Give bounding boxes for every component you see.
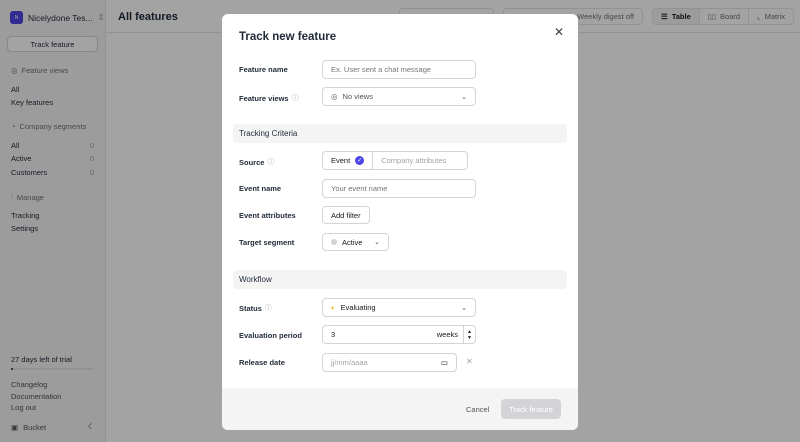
select-value: Evaluating [340,303,376,312]
status-label: Status ⓘ [239,303,272,313]
info-icon: ⓘ [267,159,275,166]
chevron-down-icon: ⌄ [461,304,467,312]
source-label: Source ⓘ [239,157,274,167]
evaluation-period-label: Evaluation period [239,331,302,340]
label-text: Source [239,157,265,167]
date-placeholder: jj/mm/aaaa [331,358,368,367]
clear-date-icon[interactable]: ✕ [466,357,473,366]
track-feature-submit-button[interactable]: Track feature [501,399,561,419]
info-icon: ⓘ [291,95,299,102]
select-value: No views [342,92,373,101]
feature-views-label: Feature views ⓘ [239,93,299,103]
feature-views-select[interactable]: ◎ No views ⌄ [322,87,476,106]
evaluation-period-input[interactable]: 3 weeks ▲ ▼ [322,325,476,344]
track-feature-dialog: Track new feature ✕ Feature name Feature… [222,14,578,430]
workflow-section: Workflow [233,270,567,289]
feature-name-label: Feature name [239,65,288,74]
status-select[interactable]: ◐ Evaluating ⌄ [322,298,476,317]
cancel-button[interactable]: Cancel [466,405,489,414]
add-filter-button[interactable]: Add filter [322,206,370,224]
release-date-input[interactable]: jj/mm/aaaa ▭ [322,353,457,372]
target-segment-select[interactable]: Active ⌄ [322,233,389,251]
event-attributes-label: Event attributes [239,211,296,220]
check-icon: ✓ [355,156,365,165]
release-date-label: Release date [239,358,285,367]
close-icon[interactable]: ✕ [554,25,564,39]
input-value: 3 [331,330,336,339]
source-toggle: Event ✓ Company attributes [322,151,468,170]
tracking-criteria-section: Tracking Criteria [233,124,567,143]
feature-name-input[interactable] [322,60,476,79]
chevron-down-icon: ⌄ [461,93,467,101]
eye-icon: ◎ [331,92,338,101]
dialog-title: Track new feature [239,31,337,43]
select-value: Active [342,237,363,247]
event-name-input[interactable] [322,179,476,198]
source-option-event[interactable]: Event ✓ [323,152,374,169]
stepper-icon[interactable]: ▲ ▼ [463,326,475,343]
evaluating-icon: ◐ [331,303,336,312]
option-label: Event [331,156,351,165]
target-segment-label: Target segment [239,238,295,247]
segment-dot-icon [331,239,337,245]
chevron-down-icon: ⌄ [374,239,380,246]
unit-label: weeks [436,330,458,339]
info-icon: ⓘ [264,305,272,312]
event-name-label: Event name [239,184,282,193]
label-text: Feature views [239,93,289,103]
label-text: Status [239,303,262,313]
calendar-icon[interactable]: ▭ [441,358,448,367]
source-option-company-attributes[interactable]: Company attributes [373,156,454,165]
